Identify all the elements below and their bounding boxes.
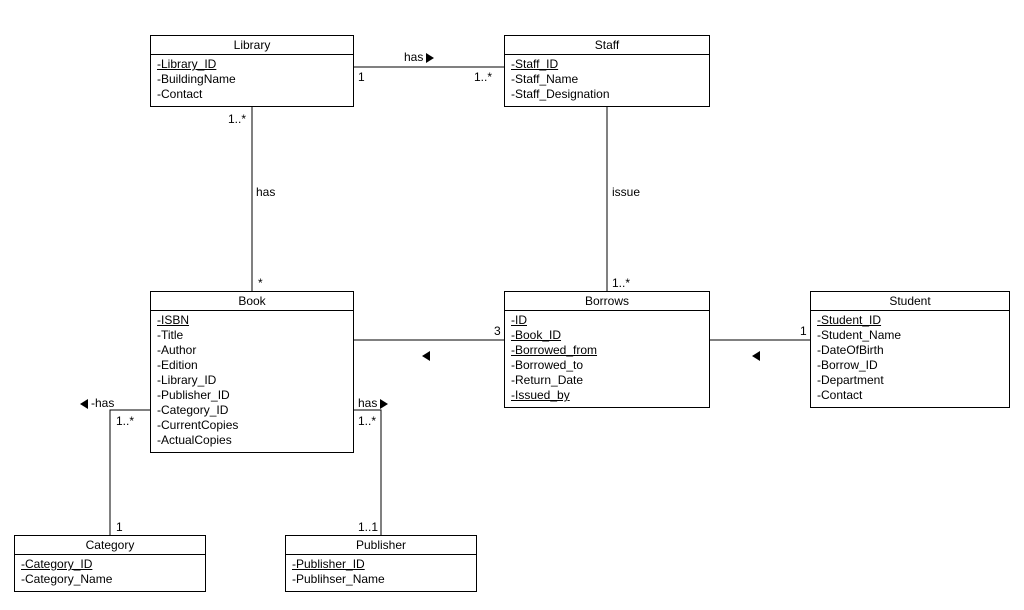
class-attribute: -Borrowed_from — [511, 343, 703, 358]
assoc-book-category-label: -has — [80, 396, 114, 410]
class-attribute: -Library_ID — [157, 373, 347, 388]
class-student: Student -Student_ID-Student_Name-DateOfB… — [810, 291, 1010, 408]
class-category-attrs: -Category_ID-Category_Name — [15, 555, 205, 591]
class-staff-title: Staff — [505, 36, 709, 55]
assoc-book-borrows-end1: 3 — [494, 324, 501, 338]
class-attribute: -Staff_Designation — [511, 87, 703, 102]
class-attribute: -Category_ID — [21, 557, 199, 572]
class-attribute: -DateOfBirth — [817, 343, 1003, 358]
class-attribute: -BuildingName — [157, 72, 347, 87]
class-staff: Staff -Staff_ID-Staff_Name-Staff_Designa… — [504, 35, 710, 107]
class-attribute: -Category_ID — [157, 403, 347, 418]
assoc-library-staff-end2: 1..* — [474, 70, 492, 84]
assoc-library-book-end2: * — [258, 276, 263, 290]
class-attribute: -Author — [157, 343, 347, 358]
assoc-book-publisher-label: has — [358, 396, 388, 410]
class-book-title: Book — [151, 292, 353, 311]
assoc-borrows-student-end2: 1 — [800, 324, 807, 338]
class-borrows: Borrows -ID-Book_ID-Borrowed_from-Borrow… — [504, 291, 710, 408]
class-category-title: Category — [15, 536, 205, 555]
class-attribute: -Department — [817, 373, 1003, 388]
class-library: Library -Library_ID-BuildingName-Contact — [150, 35, 354, 107]
class-attribute: -CurrentCopies — [157, 418, 347, 433]
class-attribute: -Borrowed_to — [511, 358, 703, 373]
uml-class-diagram: Library -Library_ID-BuildingName-Contact… — [0, 0, 1024, 610]
assoc-borrows-student-arrow — [752, 348, 763, 362]
class-staff-attrs: -Staff_ID-Staff_Name-Staff_Designation — [505, 55, 709, 106]
class-attribute: -Publisher_ID — [157, 388, 347, 403]
class-attribute: -Publihser_Name — [292, 572, 470, 587]
triangle-west-icon — [422, 351, 430, 361]
class-publisher-title: Publisher — [286, 536, 476, 555]
class-attribute: -Library_ID — [157, 57, 347, 72]
assoc-book-publisher-end2: 1..1 — [358, 520, 378, 534]
class-attribute: -Staff_Name — [511, 72, 703, 87]
assoc-library-staff-end1: 1 — [358, 70, 365, 84]
assoc-staff-borrows-label: issue — [612, 185, 640, 199]
class-attribute: -Category_Name — [21, 572, 199, 587]
class-attribute: -Return_Date — [511, 373, 703, 388]
class-attribute: -Book_ID — [511, 328, 703, 343]
class-attribute: -Student_ID — [817, 313, 1003, 328]
class-student-title: Student — [811, 292, 1009, 311]
class-library-attrs: -Library_ID-BuildingName-Contact — [151, 55, 353, 106]
class-attribute: -ID — [511, 313, 703, 328]
class-attribute: -Borrow_ID — [817, 358, 1003, 373]
assoc-staff-borrows-end2: 1..* — [612, 276, 630, 290]
assoc-library-book-label: has — [256, 185, 275, 199]
assoc-book-publisher-end1: 1..* — [358, 414, 376, 428]
class-attribute: -Issued_by — [511, 388, 703, 403]
triangle-west-icon — [752, 351, 760, 361]
class-attribute: -Title — [157, 328, 347, 343]
triangle-west-icon — [80, 399, 88, 409]
class-category: Category -Category_ID-Category_Name — [14, 535, 206, 592]
class-book-attrs: -ISBN-Title-Author-Edition-Library_ID-Pu… — [151, 311, 353, 452]
class-attribute: -ISBN — [157, 313, 347, 328]
class-attribute: -ActualCopies — [157, 433, 347, 448]
triangle-east-icon — [380, 399, 388, 409]
class-student-attrs: -Student_ID-Student_Name-DateOfBirth-Bor… — [811, 311, 1009, 407]
assoc-library-book-end1: 1..* — [228, 112, 246, 126]
class-attribute: -Staff_ID — [511, 57, 703, 72]
class-attribute: -Contact — [157, 87, 347, 102]
assoc-book-borrows-arrow — [422, 348, 433, 362]
class-attribute: -Publisher_ID — [292, 557, 470, 572]
assoc-book-category-end1: 1..* — [116, 414, 134, 428]
class-publisher: Publisher -Publisher_ID-Publihser_Name — [285, 535, 477, 592]
class-library-title: Library — [151, 36, 353, 55]
assoc-book-category-end2: 1 — [116, 520, 123, 534]
class-attribute: -Student_Name — [817, 328, 1003, 343]
class-attribute: -Contact — [817, 388, 1003, 403]
class-publisher-attrs: -Publisher_ID-Publihser_Name — [286, 555, 476, 591]
triangle-east-icon — [426, 53, 434, 63]
class-borrows-title: Borrows — [505, 292, 709, 311]
assoc-library-staff-label: has — [404, 50, 434, 64]
class-borrows-attrs: -ID-Book_ID-Borrowed_from-Borrowed_to-Re… — [505, 311, 709, 407]
class-book: Book -ISBN-Title-Author-Edition-Library_… — [150, 291, 354, 453]
class-attribute: -Edition — [157, 358, 347, 373]
